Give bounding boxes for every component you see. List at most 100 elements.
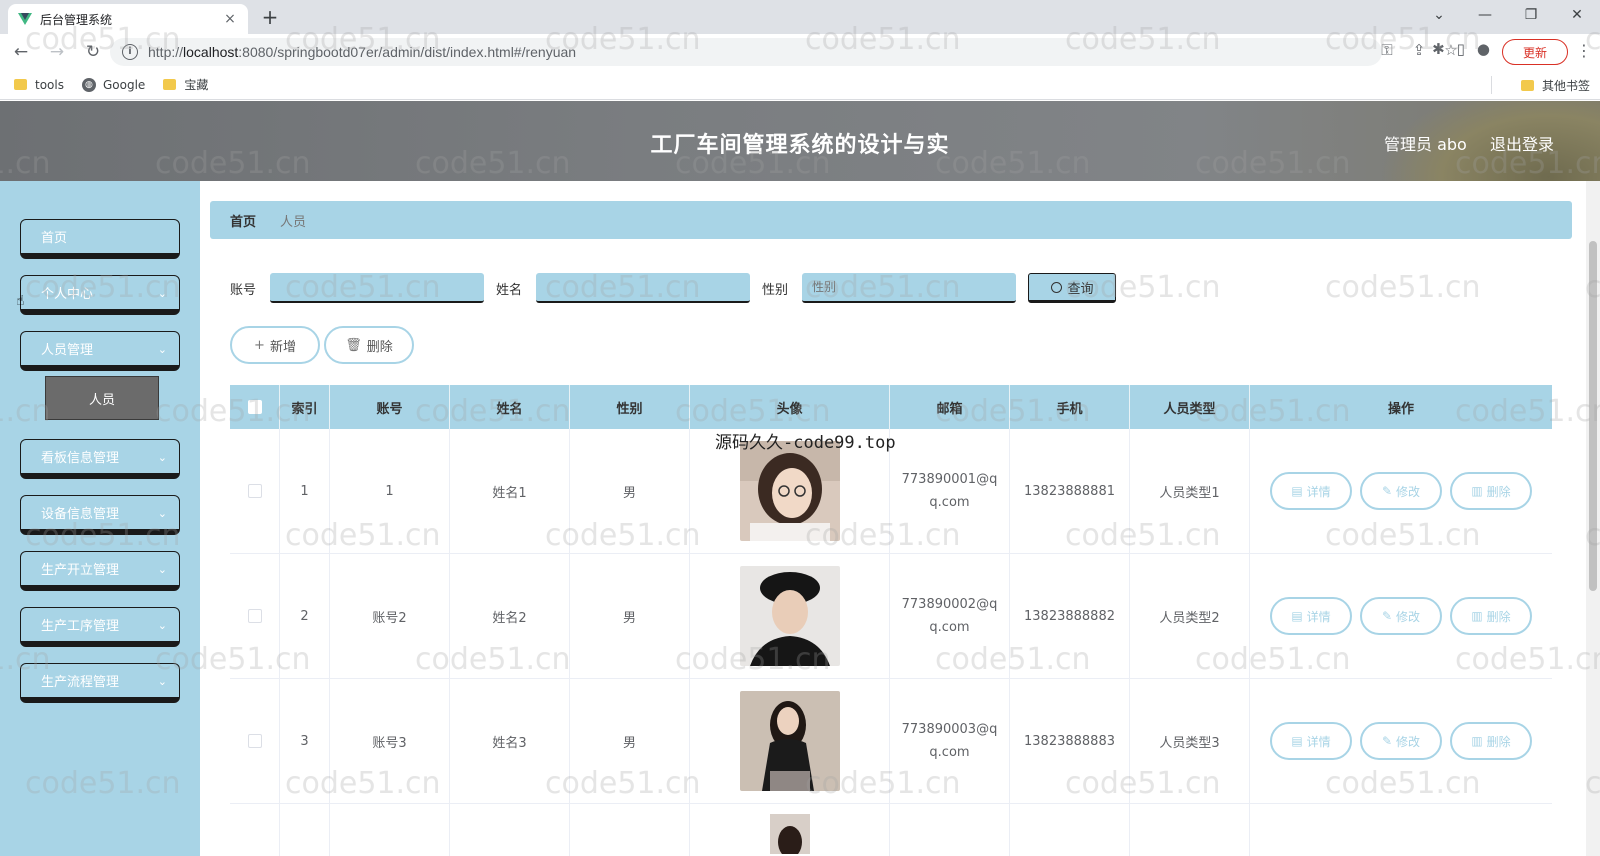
info-icon[interactable]: i bbox=[122, 44, 138, 60]
delete-button[interactable]: ▥ 删除 bbox=[1450, 472, 1532, 510]
vue-favicon-icon bbox=[18, 13, 32, 25]
batch-delete-button[interactable]: 🗑 删除 bbox=[324, 326, 414, 364]
cell-name bbox=[450, 804, 570, 856]
select-all-cell bbox=[230, 385, 280, 429]
row-select-cell bbox=[230, 429, 280, 553]
close-window-icon[interactable]: ✕ bbox=[1554, 0, 1600, 30]
minimize-icon[interactable]: — bbox=[1462, 0, 1508, 30]
sidepanel-icon[interactable]: ▯ bbox=[1457, 40, 1465, 58]
folder-icon bbox=[163, 79, 177, 90]
cell-phone: 13823888881 bbox=[1010, 429, 1130, 553]
add-button[interactable]: + 新增 bbox=[230, 326, 320, 364]
new-tab-button[interactable]: + bbox=[258, 5, 282, 29]
cell-gender: 男 bbox=[570, 429, 690, 553]
cell-email: 773890001@qq.com bbox=[890, 429, 1010, 553]
gender-input[interactable] bbox=[802, 273, 1017, 303]
detail-button[interactable]: ▤ 详情 bbox=[1270, 472, 1352, 510]
column-header: 操作 bbox=[1387, 401, 1414, 417]
row-checkbox[interactable] bbox=[247, 484, 262, 498]
account-input[interactable] bbox=[270, 273, 485, 303]
column-header: 人员类型 bbox=[1130, 385, 1250, 429]
trash-icon: 🗑 bbox=[345, 337, 362, 353]
tab-title: 后台管理系统 bbox=[40, 12, 113, 27]
sidebar-item-production-process[interactable]: 生产工序管理 ⌄ bbox=[20, 607, 180, 647]
edit-button[interactable]: ✎ 修改 bbox=[1360, 472, 1442, 510]
key-icon[interactable]: ⚿ bbox=[1378, 41, 1396, 59]
cell-index: 3 bbox=[280, 679, 330, 803]
address-bar[interactable]: i http://localhost:8080/springbootd07er/… bbox=[110, 38, 1382, 66]
puzzle-icon[interactable]: ✱ bbox=[1432, 40, 1445, 58]
trash-icon: ▥ bbox=[1471, 734, 1483, 748]
logout-link[interactable]: 退出登录 bbox=[1490, 131, 1554, 155]
name-input[interactable] bbox=[536, 273, 751, 303]
cell-avatar bbox=[690, 679, 890, 803]
cell-index: 1 bbox=[280, 429, 330, 553]
tab-close-icon[interactable]: × bbox=[222, 11, 238, 27]
select-all-checkbox[interactable] bbox=[247, 400, 262, 414]
sidebar-item-production-open[interactable]: 生产开立管理 ⌄ bbox=[20, 551, 180, 591]
submenu-item-staff[interactable]: 人员 bbox=[45, 376, 159, 420]
restore-icon[interactable]: ❐ bbox=[1508, 0, 1554, 30]
delete-button[interactable]: ▥ 删除 bbox=[1450, 597, 1532, 635]
window-controls: ⌄ — ❐ ✕ bbox=[1416, 0, 1600, 30]
page-scrollbar[interactable] bbox=[1586, 181, 1600, 856]
admin-info: 管理员 abo bbox=[1384, 135, 1467, 154]
browser-tab[interactable]: 后台管理系统 × bbox=[8, 4, 248, 34]
menu-dots-icon[interactable]: ⋮ bbox=[1576, 41, 1592, 60]
avatar[interactable] bbox=[739, 691, 840, 791]
query-button[interactable]: 查询 bbox=[1028, 273, 1117, 303]
update-button[interactable]: 更新 bbox=[1502, 39, 1568, 65]
breadcrumb-home[interactable]: 首页 bbox=[230, 211, 256, 230]
edit-button[interactable]: ✎ 修改 bbox=[1360, 597, 1442, 635]
chevron-down-icon: ⌄ bbox=[157, 619, 167, 632]
column-header: 邮箱 bbox=[890, 385, 1010, 429]
sidebar-item-equipment-management[interactable]: 设备信息管理 ⌄ bbox=[20, 495, 180, 535]
column-header: 账号 bbox=[330, 385, 450, 429]
back-icon[interactable]: ← bbox=[6, 37, 36, 67]
trash-icon: ▥ bbox=[1471, 484, 1483, 498]
cell-type: 人员类型3 bbox=[1130, 679, 1250, 803]
document-icon: ▤ bbox=[1291, 484, 1303, 498]
bookmark-separator bbox=[1491, 76, 1492, 94]
sidebar-item-personal-center[interactable]: 个人中心 ⌄ bbox=[20, 275, 180, 315]
cell-account bbox=[330, 804, 450, 856]
detail-button[interactable]: ▤ 详情 bbox=[1270, 722, 1352, 760]
sidebar: 首页 个人中心 ⌄ 人员管理 ⌄ 人员 看板信息管理 ⌄ 设备信息管理 ⌄ 生产开立管理… bbox=[0, 181, 200, 856]
bookmarks-bar: tools ◍ Google 宝藏 其他书签 bbox=[0, 70, 1600, 100]
bookmark-google[interactable]: ◍ Google bbox=[81, 77, 145, 92]
sidebar-item-production-flow[interactable]: 生产流程管理 ⌄ bbox=[20, 663, 180, 703]
sidebar-item-home[interactable]: 首页 bbox=[20, 219, 180, 259]
row-select-cell bbox=[230, 679, 280, 803]
bookmark-tools[interactable]: tools bbox=[14, 78, 64, 92]
avatar[interactable] bbox=[739, 441, 840, 541]
cell-actions bbox=[1250, 804, 1552, 856]
bookmark-treasure[interactable]: 宝藏 bbox=[163, 76, 208, 93]
gender-label: 性别 bbox=[762, 282, 789, 298]
cell-index: 2 bbox=[280, 554, 330, 678]
breadcrumb-current: 人员 bbox=[280, 214, 307, 230]
forward-icon[interactable]: → bbox=[42, 37, 72, 67]
delete-button[interactable]: ▥ 删除 bbox=[1450, 722, 1532, 760]
avatar[interactable] bbox=[739, 566, 840, 666]
browser-toolbar: ← → ↻ i http://localhost:8080/springboot… bbox=[0, 34, 1600, 70]
scrollbar-thumb[interactable] bbox=[1589, 241, 1597, 591]
edit-button[interactable]: ✎ 修改 bbox=[1360, 722, 1442, 760]
cell-phone bbox=[1010, 804, 1130, 856]
sidebar-item-staff-management[interactable]: 人员管理 ⌄ bbox=[20, 331, 180, 371]
row-checkbox[interactable] bbox=[247, 734, 262, 748]
cell-email bbox=[890, 804, 1010, 856]
other-bookmarks[interactable]: 其他书签 bbox=[1520, 77, 1590, 94]
profile-icon[interactable]: ● bbox=[1477, 40, 1490, 58]
sidebar-item-board-management[interactable]: 看板信息管理 ⌄ bbox=[20, 439, 180, 479]
tab-search-icon[interactable]: ⌄ bbox=[1416, 0, 1462, 30]
avatar[interactable] bbox=[740, 814, 840, 854]
cell-actions: ▤ 详情 ✎ 修改 ▥ 删除 bbox=[1250, 554, 1552, 678]
share-icon[interactable]: ⇪ bbox=[1410, 41, 1428, 59]
cell-avatar bbox=[690, 554, 890, 678]
reload-icon[interactable]: ↻ bbox=[78, 37, 108, 67]
folder-icon bbox=[14, 79, 27, 90]
row-checkbox[interactable] bbox=[247, 609, 262, 623]
document-icon: ▤ bbox=[1291, 609, 1303, 623]
detail-button[interactable]: ▤ 详情 bbox=[1270, 597, 1352, 635]
plus-icon: + bbox=[254, 337, 265, 353]
